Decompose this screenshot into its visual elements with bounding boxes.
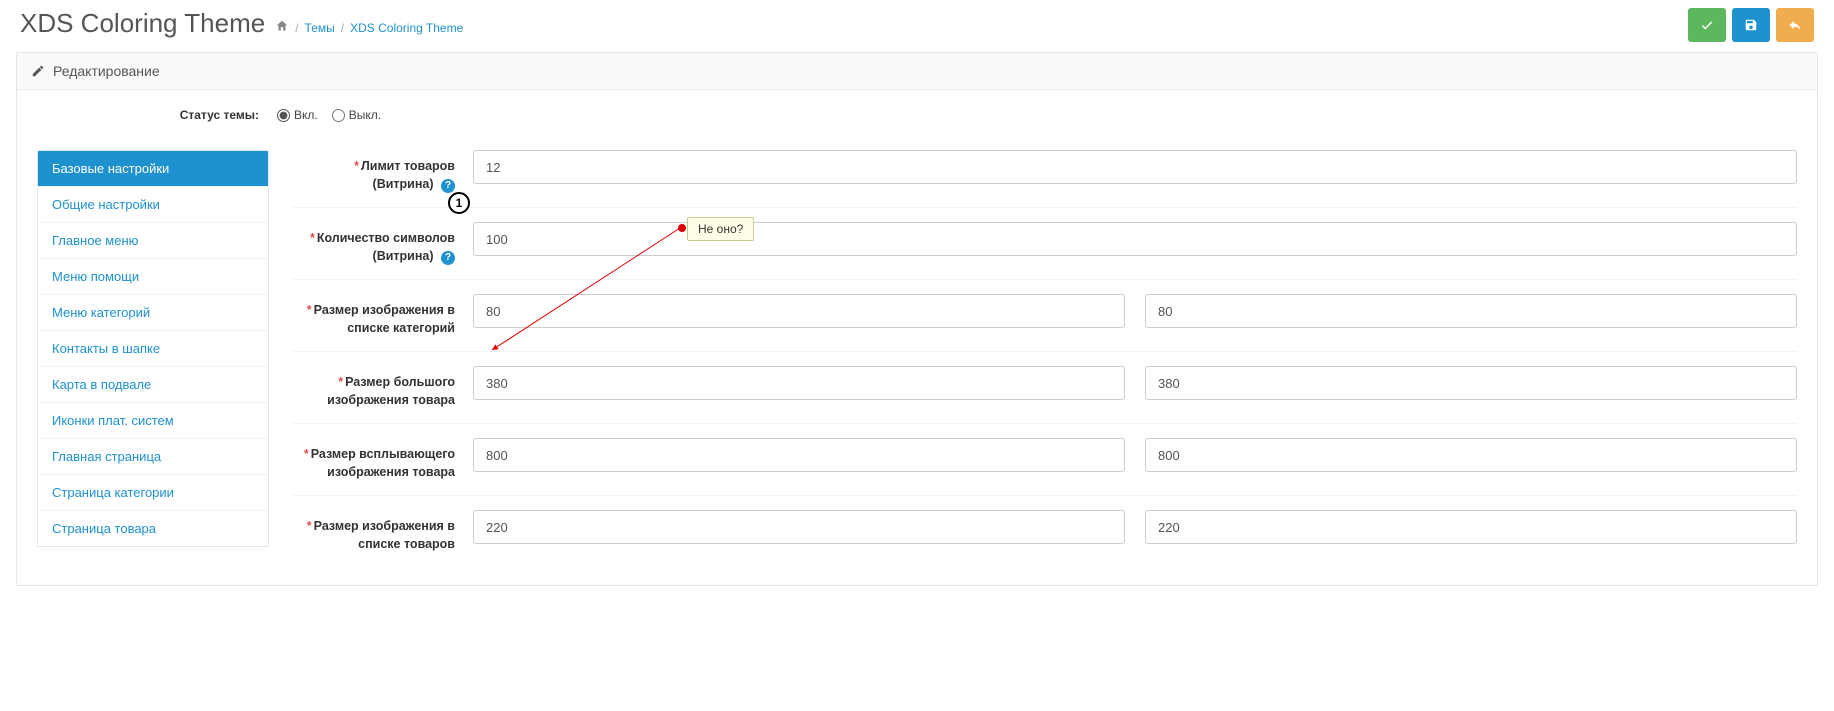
sidebar-item[interactable]: Контакты в шапке bbox=[38, 331, 268, 367]
sidebar-item[interactable]: Страница категории bbox=[38, 475, 268, 511]
help-icon[interactable]: ? bbox=[441, 179, 455, 193]
breadcrumb-current[interactable]: XDS Coloring Theme bbox=[350, 21, 463, 35]
popup-image-height-input[interactable] bbox=[1145, 438, 1797, 472]
charcount-input[interactable] bbox=[473, 222, 1797, 256]
radio-off-input[interactable] bbox=[332, 109, 345, 122]
breadcrumb-home[interactable] bbox=[275, 19, 289, 36]
sidebar-item[interactable]: Меню помощи bbox=[38, 259, 268, 295]
save-settings-button[interactable] bbox=[1732, 8, 1770, 42]
sidebar-item[interactable]: Главная страница bbox=[38, 439, 268, 475]
field-label-limit: *Лимит товаров (Витрина) ? bbox=[293, 150, 473, 193]
big-image-width-input[interactable] bbox=[473, 366, 1125, 400]
sidebar-item[interactable]: Общие настройки bbox=[38, 187, 268, 223]
sidebar-item[interactable]: Главное меню bbox=[38, 223, 268, 259]
page-title: XDS Coloring Theme bbox=[20, 8, 265, 39]
check-icon bbox=[1700, 18, 1714, 32]
popup-image-width-input[interactable] bbox=[473, 438, 1125, 472]
field-label-cat-image: *Размер изображения в списке категорий bbox=[293, 294, 473, 337]
panel-title: Редактирование bbox=[53, 63, 160, 79]
field-label-popup-image: *Размер всплывающего изображения товара bbox=[293, 438, 473, 481]
save-button[interactable] bbox=[1688, 8, 1726, 42]
pencil-icon bbox=[31, 64, 45, 78]
list-image-width-input[interactable] bbox=[473, 510, 1125, 544]
status-label: Статус темы: bbox=[37, 108, 277, 122]
sidebar: Базовые настройкиОбщие настройкиГлавное … bbox=[37, 150, 269, 547]
home-icon bbox=[275, 19, 289, 33]
breadcrumb-sep: / bbox=[341, 21, 344, 35]
cat-image-width-input[interactable] bbox=[473, 294, 1125, 328]
sidebar-item[interactable]: Базовые настройки bbox=[38, 151, 268, 187]
reply-icon bbox=[1788, 18, 1802, 32]
panel-heading: Редактирование bbox=[17, 53, 1817, 90]
save-icon bbox=[1744, 18, 1758, 32]
breadcrumb: / Темы / XDS Coloring Theme bbox=[275, 19, 463, 36]
list-image-height-input[interactable] bbox=[1145, 510, 1797, 544]
limit-input[interactable] bbox=[473, 150, 1797, 184]
sidebar-item[interactable]: Иконки плат. систем bbox=[38, 403, 268, 439]
back-button[interactable] bbox=[1776, 8, 1814, 42]
big-image-height-input[interactable] bbox=[1145, 366, 1797, 400]
sidebar-item[interactable]: Карта в подвале bbox=[38, 367, 268, 403]
sidebar-item[interactable]: Меню категорий bbox=[38, 295, 268, 331]
breadcrumb-sep: / bbox=[295, 21, 298, 35]
annotation-box: Не оно? bbox=[687, 217, 754, 241]
radio-on-input[interactable] bbox=[277, 109, 290, 122]
help-icon[interactable]: ? bbox=[441, 251, 455, 265]
status-radio-on[interactable]: Вкл. bbox=[277, 108, 318, 122]
field-label-list-image: *Размер изображения в списке товаров bbox=[293, 510, 473, 553]
status-radio-off[interactable]: Выкл. bbox=[332, 108, 381, 122]
breadcrumb-themes[interactable]: Темы bbox=[305, 21, 335, 35]
sidebar-item[interactable]: Страница товара bbox=[38, 511, 268, 546]
field-label-charcount: *Количество символов (Витрина) ? bbox=[293, 222, 473, 265]
field-label-big-image: *Размер большого изображения товара bbox=[293, 366, 473, 409]
cat-image-height-input[interactable] bbox=[1145, 294, 1797, 328]
